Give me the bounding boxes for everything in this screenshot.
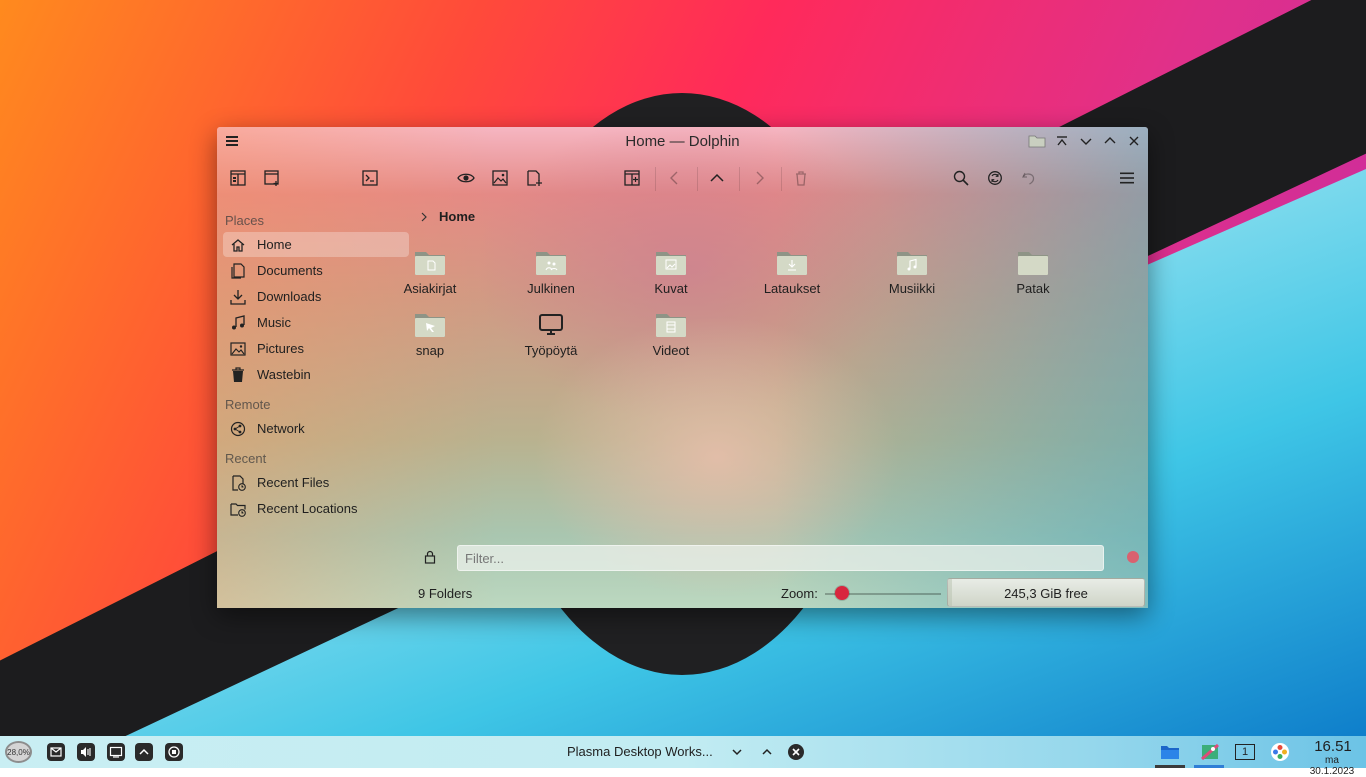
- snap-folder-icon: [414, 311, 446, 339]
- pictures-icon: [229, 340, 247, 358]
- new-tab-icon[interactable]: [260, 166, 284, 190]
- display-icon[interactable]: [105, 741, 127, 763]
- folder-name: Videot: [652, 343, 690, 358]
- new-file-icon[interactable]: [522, 166, 546, 190]
- music-icon: [229, 314, 247, 332]
- free-space-indicator[interactable]: 245,3 GiB free: [947, 578, 1145, 607]
- remote-header: Remote: [225, 397, 271, 412]
- clock-time[interactable]: 16.51: [1310, 738, 1356, 755]
- toolbar: [217, 163, 1148, 193]
- folder-item[interactable]: Videot: [621, 311, 721, 358]
- hamburger-menu-icon[interactable]: [1115, 166, 1139, 190]
- folder-item[interactable]: Musiikki: [862, 249, 962, 296]
- active-task-title[interactable]: Plasma Desktop Works...: [567, 744, 713, 759]
- downloads-icon: [229, 288, 247, 306]
- folder-name: Musiikki: [888, 281, 936, 296]
- image-preview-icon[interactable]: [488, 166, 512, 190]
- chevron-up-icon[interactable]: [756, 741, 778, 763]
- clock-date[interactable]: ma 30.1.2023: [1302, 755, 1362, 777]
- filter-field[interactable]: [457, 545, 1104, 571]
- split-view-icon[interactable]: [226, 166, 250, 190]
- folder-item[interactable]: Työpöytä: [501, 311, 601, 358]
- sidebar-item-recent-locations[interactable]: Recent Locations: [223, 496, 409, 521]
- folder-item[interactable]: Patak: [983, 249, 1083, 296]
- minimize-button[interactable]: [1077, 132, 1095, 150]
- keep-above-button[interactable]: [1053, 132, 1071, 150]
- folder-name: Asiakirjat: [403, 281, 457, 296]
- screenshot-app-icon[interactable]: [1198, 741, 1222, 763]
- title-bar[interactable]: Home — Dolphin: [217, 127, 1148, 155]
- folder-count: 9 Folders: [418, 586, 473, 601]
- network-icon: [229, 420, 247, 438]
- search-icon[interactable]: [949, 166, 973, 190]
- dolphin-window: Home — Dolphin Places Home Documents Dow…: [217, 127, 1148, 608]
- cpu-load-monitor[interactable]: 28,0%: [5, 741, 32, 763]
- public-folder-icon: [535, 249, 567, 277]
- up-icon[interactable]: [705, 166, 729, 190]
- status-bar: 9 Folders Zoom: 245,3 GiB free: [217, 578, 1148, 608]
- recent-header: Recent: [225, 451, 267, 466]
- folder-name: snap: [415, 343, 445, 358]
- folder-name: Patak: [1016, 281, 1050, 296]
- chevron-right-icon: [421, 212, 427, 221]
- lock-icon[interactable]: [423, 550, 437, 564]
- folder-item[interactable]: Julkinen: [501, 249, 601, 296]
- places-header: Places: [225, 213, 265, 228]
- filter-bar: [417, 545, 1148, 575]
- folder-item[interactable]: Kuvat: [621, 249, 721, 296]
- breadcrumb[interactable]: Home: [417, 209, 475, 224]
- videos-folder-icon: [655, 311, 687, 339]
- back-icon[interactable]: [663, 166, 687, 190]
- folder-item[interactable]: Lataukset: [742, 249, 842, 296]
- mail-icon[interactable]: [45, 741, 67, 763]
- folder-name: Julkinen: [527, 281, 575, 296]
- show-hidden-tray-icon[interactable]: [133, 741, 155, 763]
- close-filter-icon[interactable]: [1127, 551, 1139, 563]
- file-manager-icon[interactable]: [1158, 741, 1182, 763]
- pictures-folder-icon: [655, 249, 687, 277]
- free-space-text: 245,3 GiB free: [1004, 586, 1088, 601]
- media-stop-icon[interactable]: [163, 741, 185, 763]
- home-icon: [229, 236, 247, 254]
- refresh-icon[interactable]: [983, 166, 1007, 190]
- close-task-icon[interactable]: [785, 741, 807, 763]
- zoom-label: Zoom:: [781, 586, 818, 601]
- taskbar: 28,0% Plasma Desktop Works... 1 16.51 ma…: [0, 736, 1366, 777]
- volume-icon[interactable]: [75, 741, 97, 763]
- terminal-icon[interactable]: [358, 166, 382, 190]
- desktop-icon: [535, 311, 567, 339]
- sidebar-item-recent-files[interactable]: Recent Files: [223, 470, 409, 495]
- folder-name: Lataukset: [763, 281, 821, 296]
- recent-files-icon: [229, 474, 247, 492]
- downloads-folder-icon: [776, 249, 808, 277]
- preview-eye-icon[interactable]: [454, 166, 478, 190]
- folder-name: Työpöytä: [524, 343, 578, 358]
- undo-icon[interactable]: [1017, 166, 1041, 190]
- delete-icon[interactable]: [789, 166, 813, 190]
- folder-icon: [1017, 249, 1049, 277]
- recent-locations-icon: [229, 500, 247, 518]
- close-button[interactable]: [1125, 132, 1143, 150]
- breadcrumb-current[interactable]: Home: [439, 209, 475, 224]
- folder-item[interactable]: snap: [380, 311, 480, 358]
- panel-icon[interactable]: [620, 166, 644, 190]
- folder-item[interactable]: Asiakirjat: [380, 249, 480, 296]
- music-folder-icon: [896, 249, 928, 277]
- sidebar-item-network[interactable]: Network: [223, 416, 409, 441]
- maximize-button[interactable]: [1101, 132, 1119, 150]
- color-picker-icon[interactable]: [1268, 741, 1292, 763]
- forward-icon[interactable]: [747, 166, 771, 190]
- chevron-down-icon[interactable]: [726, 741, 748, 763]
- filter-input[interactable]: [458, 546, 1103, 570]
- documents-folder-icon: [414, 249, 446, 277]
- documents-icon: [229, 262, 247, 280]
- window-title: Home — Dolphin: [625, 133, 740, 150]
- folder-name: Kuvat: [654, 281, 688, 296]
- dolphin-app-icon: [1027, 132, 1047, 150]
- wastebin-icon: [229, 366, 247, 384]
- sidebar-item-wastebin[interactable]: Wastebin: [223, 362, 409, 387]
- virtual-desktop-pager[interactable]: 1: [1234, 741, 1256, 763]
- zoom-slider-handle[interactable]: [835, 586, 850, 600]
